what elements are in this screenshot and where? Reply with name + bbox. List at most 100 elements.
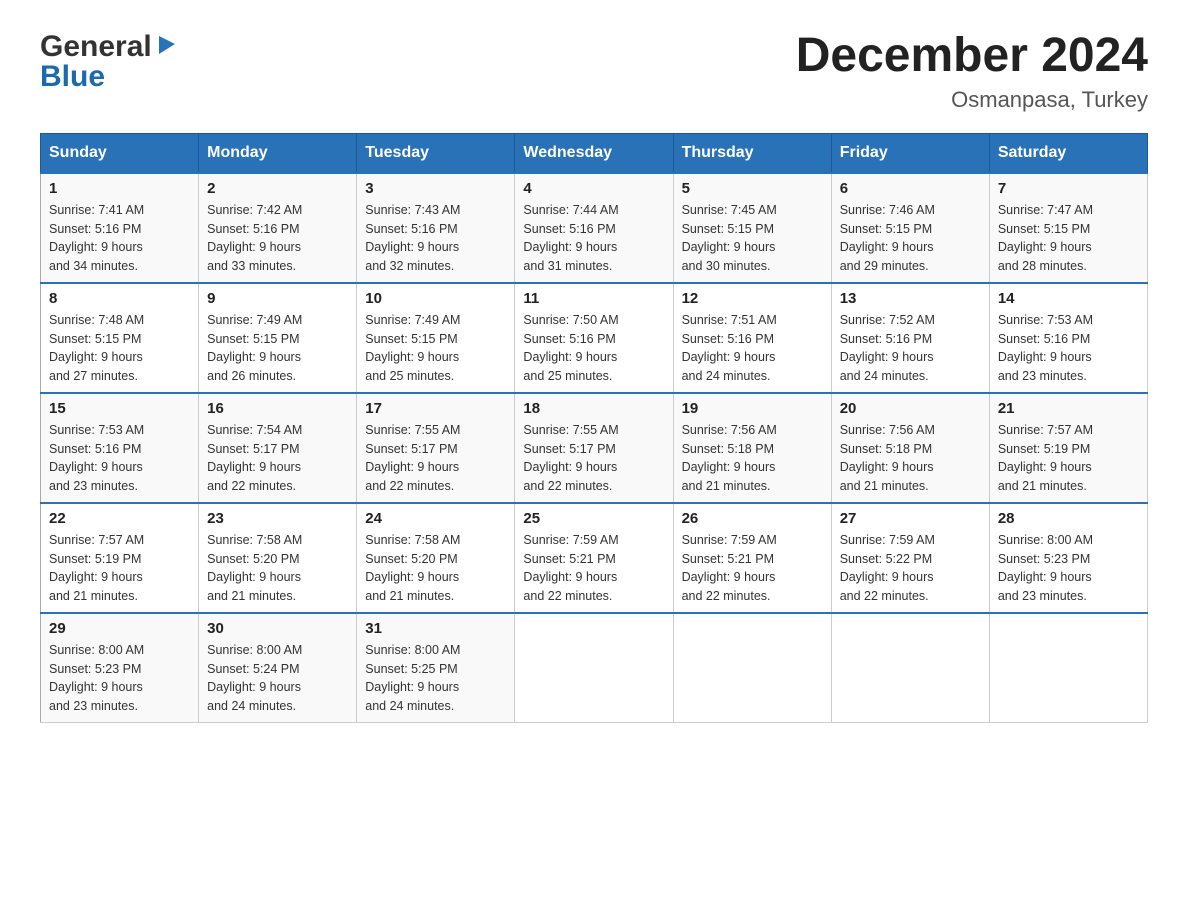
calendar-cell: 28 Sunrise: 8:00 AMSunset: 5:23 PMDayligh… xyxy=(989,503,1147,613)
day-info: Sunrise: 7:48 AMSunset: 5:15 PMDaylight:… xyxy=(49,311,190,386)
day-number: 28 xyxy=(998,510,1139,527)
header-cell-thursday: Thursday xyxy=(673,133,831,173)
day-info: Sunrise: 7:56 AMSunset: 5:18 PMDaylight:… xyxy=(682,421,823,496)
header-cell-tuesday: Tuesday xyxy=(357,133,515,173)
day-info: Sunrise: 7:42 AMSunset: 5:16 PMDaylight:… xyxy=(207,201,348,276)
calendar-cell: 27Sunrise: 7:59 AMSunset: 5:22 PMDayligh… xyxy=(831,503,989,613)
week-row-2: 8 Sunrise: 7:48 AMSunset: 5:15 PMDaylight… xyxy=(41,283,1148,393)
calendar-cell xyxy=(831,613,989,723)
calendar-body: 1 Sunrise: 7:41 AMSunset: 5:16 PMDaylight… xyxy=(41,173,1148,723)
calendar-cell: 31 Sunrise: 8:00 AMSunset: 5:25 PMDayligh… xyxy=(357,613,515,723)
calendar-cell xyxy=(673,613,831,723)
day-number: 20 xyxy=(840,400,981,417)
day-info: Sunrise: 7:53 AMSunset: 5:16 PMDaylight:… xyxy=(49,421,190,496)
calendar-cell: 12 Sunrise: 7:51 AMSunset: 5:16 PMDayligh… xyxy=(673,283,831,393)
calendar-cell: 23Sunrise: 7:58 AMSunset: 5:20 PMDayligh… xyxy=(199,503,357,613)
calendar-cell: 9 Sunrise: 7:49 AMSunset: 5:15 PMDaylight… xyxy=(199,283,357,393)
header-cell-friday: Friday xyxy=(831,133,989,173)
day-info: Sunrise: 8:00 AMSunset: 5:23 PMDaylight:… xyxy=(998,531,1139,606)
calendar-cell: 30Sunrise: 8:00 AMSunset: 5:24 PMDayligh… xyxy=(199,613,357,723)
day-number: 26 xyxy=(682,510,823,527)
calendar-cell: 15Sunrise: 7:53 AMSunset: 5:16 PMDayligh… xyxy=(41,393,199,503)
day-info: Sunrise: 7:59 AMSunset: 5:21 PMDaylight:… xyxy=(682,531,823,606)
day-info: Sunrise: 7:46 AMSunset: 5:15 PMDaylight:… xyxy=(840,201,981,276)
logo-arrow-icon xyxy=(155,34,177,56)
calendar-cell: 1 Sunrise: 7:41 AMSunset: 5:16 PMDaylight… xyxy=(41,173,199,283)
day-number: 19 xyxy=(682,400,823,417)
day-number: 24 xyxy=(365,510,506,527)
day-info: Sunrise: 7:58 AMSunset: 5:20 PMDaylight:… xyxy=(365,531,506,606)
day-number: 5 xyxy=(682,180,823,197)
day-info: Sunrise: 7:57 AMSunset: 5:19 PMDaylight:… xyxy=(998,421,1139,496)
day-info: Sunrise: 7:50 AMSunset: 5:16 PMDaylight:… xyxy=(523,311,664,386)
day-number: 30 xyxy=(207,620,348,637)
calendar-cell: 5 Sunrise: 7:45 AMSunset: 5:15 PMDaylight… xyxy=(673,173,831,283)
subtitle: Osmanpasa, Turkey xyxy=(796,87,1148,113)
day-info: Sunrise: 8:00 AMSunset: 5:25 PMDaylight:… xyxy=(365,641,506,716)
day-number: 8 xyxy=(49,290,190,307)
day-info: Sunrise: 7:51 AMSunset: 5:16 PMDaylight:… xyxy=(682,311,823,386)
day-info: Sunrise: 7:49 AMSunset: 5:15 PMDaylight:… xyxy=(365,311,506,386)
day-number: 9 xyxy=(207,290,348,307)
calendar-cell: 13 Sunrise: 7:52 AMSunset: 5:16 PMDayligh… xyxy=(831,283,989,393)
header-cell-saturday: Saturday xyxy=(989,133,1147,173)
logo-blue: Blue xyxy=(40,60,105,94)
day-number: 27 xyxy=(840,510,981,527)
day-info: Sunrise: 7:55 AMSunset: 5:17 PMDaylight:… xyxy=(365,421,506,496)
calendar-cell: 24 Sunrise: 7:58 AMSunset: 5:20 PMDayligh… xyxy=(357,503,515,613)
calendar-header: SundayMondayTuesdayWednesdayThursdayFrid… xyxy=(41,133,1148,173)
title-area: December 2024 Osmanpasa, Turkey xyxy=(796,30,1148,113)
day-number: 7 xyxy=(998,180,1139,197)
header: General Blue December 2024 Osmanpasa, Tu… xyxy=(40,30,1148,113)
calendar-cell: 19 Sunrise: 7:56 AMSunset: 5:18 PMDayligh… xyxy=(673,393,831,503)
calendar-cell: 20 Sunrise: 7:56 AMSunset: 5:18 PMDayligh… xyxy=(831,393,989,503)
calendar-cell: 3 Sunrise: 7:43 AMSunset: 5:16 PMDaylight… xyxy=(357,173,515,283)
day-number: 10 xyxy=(365,290,506,307)
calendar-cell xyxy=(989,613,1147,723)
day-info: Sunrise: 7:45 AMSunset: 5:15 PMDaylight:… xyxy=(682,201,823,276)
day-number: 29 xyxy=(49,620,190,637)
day-info: Sunrise: 7:52 AMSunset: 5:16 PMDaylight:… xyxy=(840,311,981,386)
day-info: Sunrise: 7:47 AMSunset: 5:15 PMDaylight:… xyxy=(998,201,1139,276)
calendar-cell: 22Sunrise: 7:57 AMSunset: 5:19 PMDayligh… xyxy=(41,503,199,613)
day-number: 6 xyxy=(840,180,981,197)
week-row-4: 22Sunrise: 7:57 AMSunset: 5:19 PMDayligh… xyxy=(41,503,1148,613)
day-number: 3 xyxy=(365,180,506,197)
calendar-cell: 29 Sunrise: 8:00 AMSunset: 5:23 PMDayligh… xyxy=(41,613,199,723)
day-info: Sunrise: 8:00 AMSunset: 5:23 PMDaylight:… xyxy=(49,641,190,716)
calendar-cell xyxy=(515,613,673,723)
week-row-5: 29 Sunrise: 8:00 AMSunset: 5:23 PMDayligh… xyxy=(41,613,1148,723)
calendar: SundayMondayTuesdayWednesdayThursdayFrid… xyxy=(40,133,1148,723)
header-cell-monday: Monday xyxy=(199,133,357,173)
day-number: 21 xyxy=(998,400,1139,417)
header-cell-wednesday: Wednesday xyxy=(515,133,673,173)
calendar-cell: 17Sunrise: 7:55 AMSunset: 5:17 PMDayligh… xyxy=(357,393,515,503)
logo: General Blue xyxy=(40,30,177,94)
logo-general: General xyxy=(40,30,152,64)
calendar-cell: 8 Sunrise: 7:48 AMSunset: 5:15 PMDaylight… xyxy=(41,283,199,393)
calendar-cell: 4Sunrise: 7:44 AMSunset: 5:16 PMDaylight… xyxy=(515,173,673,283)
day-number: 14 xyxy=(998,290,1139,307)
day-info: Sunrise: 7:53 AMSunset: 5:16 PMDaylight:… xyxy=(998,311,1139,386)
day-number: 12 xyxy=(682,290,823,307)
day-info: Sunrise: 7:49 AMSunset: 5:15 PMDaylight:… xyxy=(207,311,348,386)
day-number: 25 xyxy=(523,510,664,527)
day-number: 13 xyxy=(840,290,981,307)
day-number: 23 xyxy=(207,510,348,527)
day-info: Sunrise: 7:54 AMSunset: 5:17 PMDaylight:… xyxy=(207,421,348,496)
logo-line1: General xyxy=(40,30,177,64)
day-info: Sunrise: 7:56 AMSunset: 5:18 PMDaylight:… xyxy=(840,421,981,496)
calendar-cell: 18Sunrise: 7:55 AMSunset: 5:17 PMDayligh… xyxy=(515,393,673,503)
day-info: Sunrise: 7:43 AMSunset: 5:16 PMDaylight:… xyxy=(365,201,506,276)
day-number: 31 xyxy=(365,620,506,637)
calendar-cell: 6 Sunrise: 7:46 AMSunset: 5:15 PMDaylight… xyxy=(831,173,989,283)
day-number: 1 xyxy=(49,180,190,197)
calendar-cell: 16Sunrise: 7:54 AMSunset: 5:17 PMDayligh… xyxy=(199,393,357,503)
day-info: Sunrise: 7:41 AMSunset: 5:16 PMDaylight:… xyxy=(49,201,190,276)
week-row-3: 15Sunrise: 7:53 AMSunset: 5:16 PMDayligh… xyxy=(41,393,1148,503)
week-row-1: 1 Sunrise: 7:41 AMSunset: 5:16 PMDaylight… xyxy=(41,173,1148,283)
calendar-cell: 21 Sunrise: 7:57 AMSunset: 5:19 PMDayligh… xyxy=(989,393,1147,503)
calendar-cell: 10 Sunrise: 7:49 AMSunset: 5:15 PMDayligh… xyxy=(357,283,515,393)
day-number: 22 xyxy=(49,510,190,527)
calendar-cell: 2Sunrise: 7:42 AMSunset: 5:16 PMDaylight… xyxy=(199,173,357,283)
